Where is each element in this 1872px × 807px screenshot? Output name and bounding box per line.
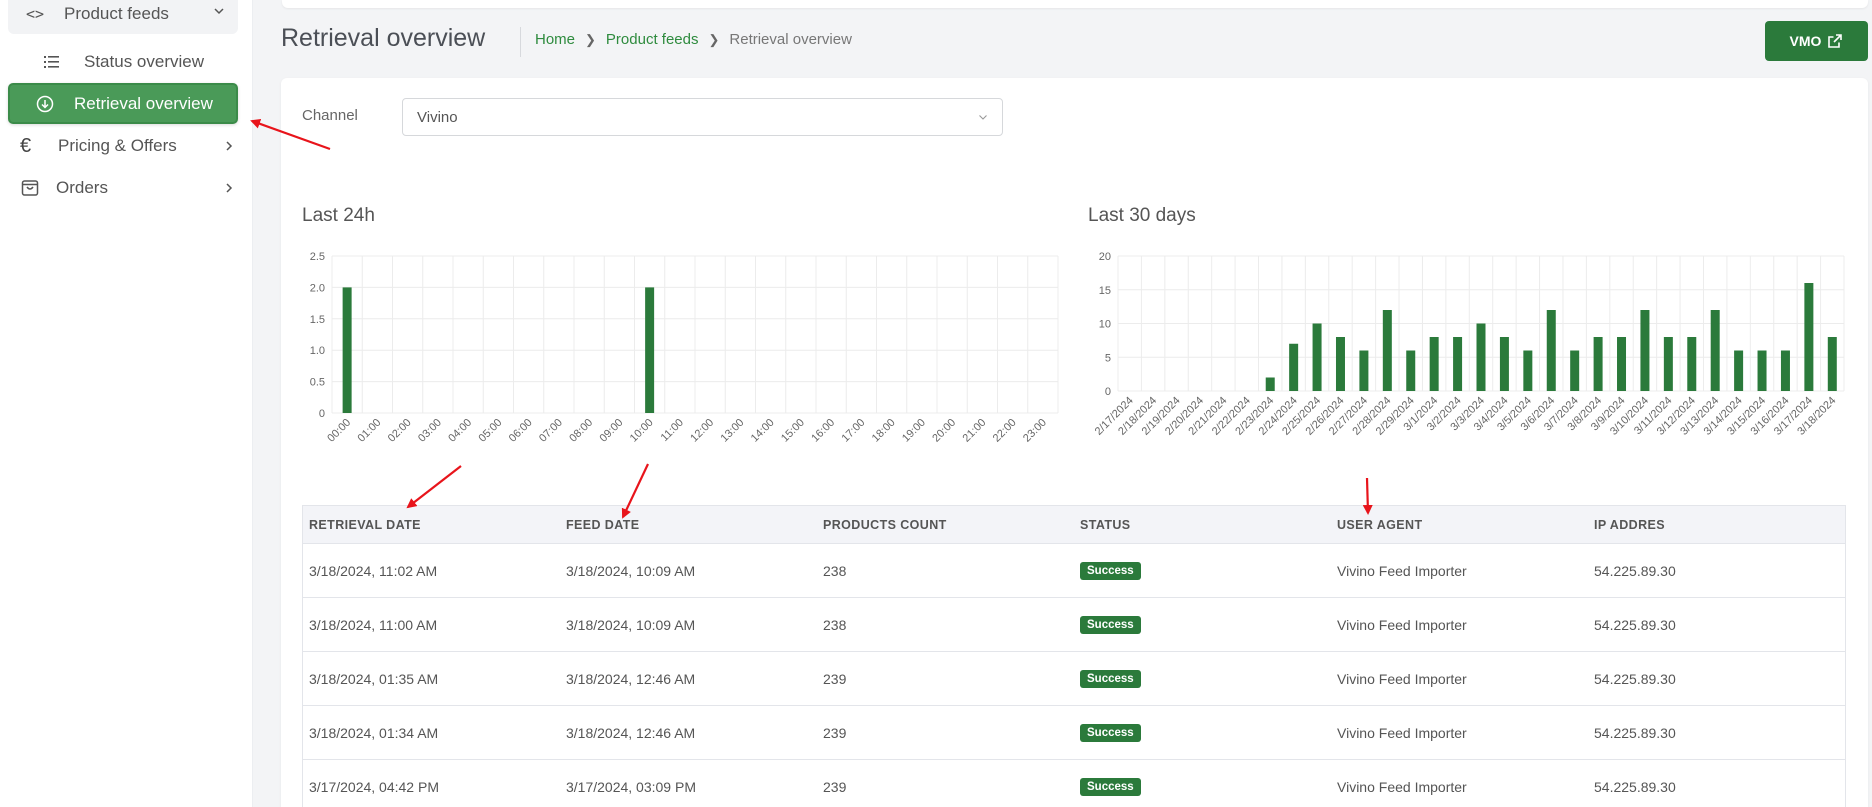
annotation-arrow [250, 118, 331, 151]
annotation-arrow [621, 463, 649, 519]
annotation-arrows [250, 118, 1373, 519]
annotation-arrow [1362, 477, 1373, 515]
annotation-arrow [406, 465, 462, 509]
